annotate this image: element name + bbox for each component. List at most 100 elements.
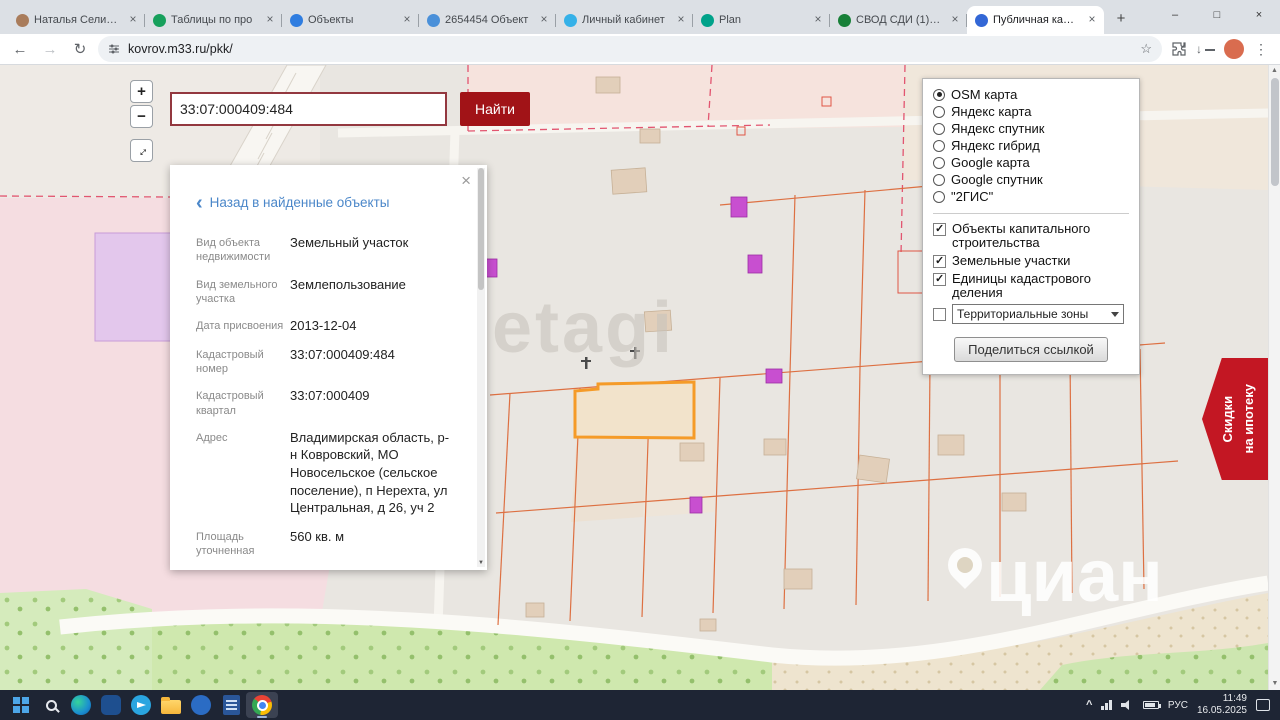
taskbar-chrome-active[interactable] [246,692,278,718]
zoom-in-button[interactable]: + [130,80,153,103]
address-bar[interactable]: kovrov.m33.ru/pkk/ ☆ [98,36,1162,62]
checkbox-icon[interactable] [933,223,946,236]
tab-close-icon[interactable]: × [1085,13,1099,27]
panel-scrollbar-thumb[interactable] [478,168,484,290]
base-layer-label: Яндекс гибрид [951,138,1040,153]
url-text[interactable]: kovrov.m33.ru/pkk/ [128,42,1132,56]
close-window-button[interactable]: × [1238,0,1280,30]
radio-icon[interactable] [933,174,945,186]
fullscreen-button[interactable]: ↔ [130,139,153,162]
document-app-icon [223,695,240,715]
taskbar-search-button[interactable] [36,692,66,718]
browser-menu-icon[interactable]: ⋮ [1250,38,1272,60]
tab-close-icon[interactable]: × [263,13,277,27]
search-button[interactable]: Найти [460,92,530,126]
selected-parcel[interactable] [575,382,694,438]
tab-favicon-icon [564,14,577,27]
tab-close-icon[interactable]: × [126,13,140,27]
page-scrollbar[interactable]: ▲ ▼ [1268,65,1280,690]
territorial-zones-select[interactable]: Территориальные зоны [952,304,1124,324]
overlay-layer-label: Единицы кадастрового деления [952,272,1129,300]
back-button[interactable]: ← [8,37,32,61]
share-link-button[interactable]: Поделиться ссылкой [954,337,1108,362]
forward-button[interactable]: → [38,37,62,61]
battery-icon[interactable] [1143,701,1159,709]
territorial-zones-checkbox[interactable] [933,308,946,321]
extensions-icon[interactable] [1168,38,1190,60]
taskbar-edge[interactable] [66,692,96,718]
purple-parcel [95,233,173,341]
tab-close-icon[interactable]: × [674,13,688,27]
taskbar-explorer[interactable] [156,692,186,718]
tab-close-icon[interactable]: × [400,13,414,27]
profile-avatar[interactable] [1224,39,1244,59]
tab-close-icon[interactable]: × [537,13,551,27]
browser-tab[interactable]: 2654454 Объект × [419,6,556,34]
tab-close-icon[interactable]: × [811,13,825,27]
maximize-button[interactable]: □ [1196,0,1238,30]
taskbar-clock[interactable]: 11:49 16.05.2025 [1197,693,1247,718]
page-scrollbar-thumb[interactable] [1271,78,1279,186]
radio-icon[interactable] [933,89,945,101]
browser-tab[interactable]: Объекты × [282,6,419,34]
tab-close-icon[interactable]: × [948,13,962,27]
scroll-up-icon[interactable]: ▲ [1269,65,1280,77]
back-to-results-link[interactable]: ‹ Назад в найденные объекты [196,195,453,210]
radio-icon[interactable] [933,140,945,152]
taskbar-telegram[interactable] [126,692,156,718]
browser-tabstrip: Наталья Селиван × Таблицы по про × Объек… [0,0,1280,34]
windows-taskbar: ^ РУС 11:49 16.05.2025 [0,690,1280,720]
scroll-down-icon[interactable]: ▼ [1269,678,1280,690]
screen: Наталья Селиван × Таблицы по про × Объек… [0,0,1280,720]
base-layer-option[interactable]: Яндекс спутник [933,120,1129,137]
checkbox-icon[interactable] [933,255,946,268]
new-tab-button[interactable]: + [1108,6,1134,30]
base-layer-option[interactable]: OSM карта [933,86,1129,103]
zones-selected-option: Территориальные зоны [957,307,1088,321]
panel-scrollbar[interactable]: ▼ [477,168,485,567]
taskbar-docs[interactable] [216,692,246,718]
browser-tab[interactable]: Plan × [693,6,830,34]
overlay-layer-option[interactable]: Земельные участки [933,254,1129,268]
field-value: Земельный участок [290,234,408,265]
search-icon [46,700,57,711]
overlay-layer-option[interactable]: Единицы кадастрового деления [933,272,1129,300]
taskbar-app-blue[interactable] [186,692,216,718]
radio-icon[interactable] [933,106,945,118]
checkbox-icon[interactable] [933,273,946,286]
system-tray: ^ РУС 11:49 16.05.2025 [1086,693,1274,718]
base-layer-option[interactable]: Яндекс гибрид [933,137,1129,154]
base-layer-option[interactable]: Google спутник [933,171,1129,188]
browser-tab[interactable]: Личный кабинет × [556,6,693,34]
taskbar-app-navy[interactable] [96,692,126,718]
site-info-icon[interactable] [108,43,120,55]
panel-close-icon[interactable]: × [461,171,471,191]
bookmark-star-icon[interactable]: ☆ [1140,41,1152,57]
browser-tab[interactable]: Таблицы по про × [145,6,282,34]
tab-title: Публичная кадас [993,14,1080,26]
base-layer-option[interactable]: Яндекс карта [933,103,1129,120]
minimize-button[interactable]: – [1154,0,1196,30]
start-button[interactable] [6,692,36,718]
browser-tab[interactable]: СВОД СДИ (1) (1) × [830,6,967,34]
base-layer-label: Google спутник [951,172,1043,187]
browser-tab[interactable]: Наталья Селиван × [8,6,145,34]
notification-center-icon[interactable] [1256,699,1270,711]
field-row: Дата присвоения 2013-12-04 [196,317,453,335]
zoom-out-button[interactable]: − [130,105,153,128]
browser-tab[interactable]: Публичная кадас × [967,6,1104,34]
cadastral-search-input[interactable] [170,92,447,126]
radio-icon[interactable] [933,123,945,135]
overlay-layer-option[interactable]: Объекты капитального строительства [933,222,1129,250]
radio-icon[interactable] [933,191,945,203]
radio-icon[interactable] [933,157,945,169]
reload-button[interactable]: ↻ [68,37,92,61]
language-indicator[interactable]: РУС [1168,700,1188,711]
base-layer-option[interactable]: Google карта [933,154,1129,171]
volume-icon[interactable] [1121,700,1134,710]
hidden-icons-chevron[interactable]: ^ [1086,699,1092,711]
downloads-icon[interactable]: ↓ [1196,38,1218,60]
base-layer-option[interactable]: "2ГИС" [933,188,1129,205]
panel-scroll-down-icon[interactable]: ▼ [477,559,485,567]
network-icon[interactable] [1101,700,1112,710]
